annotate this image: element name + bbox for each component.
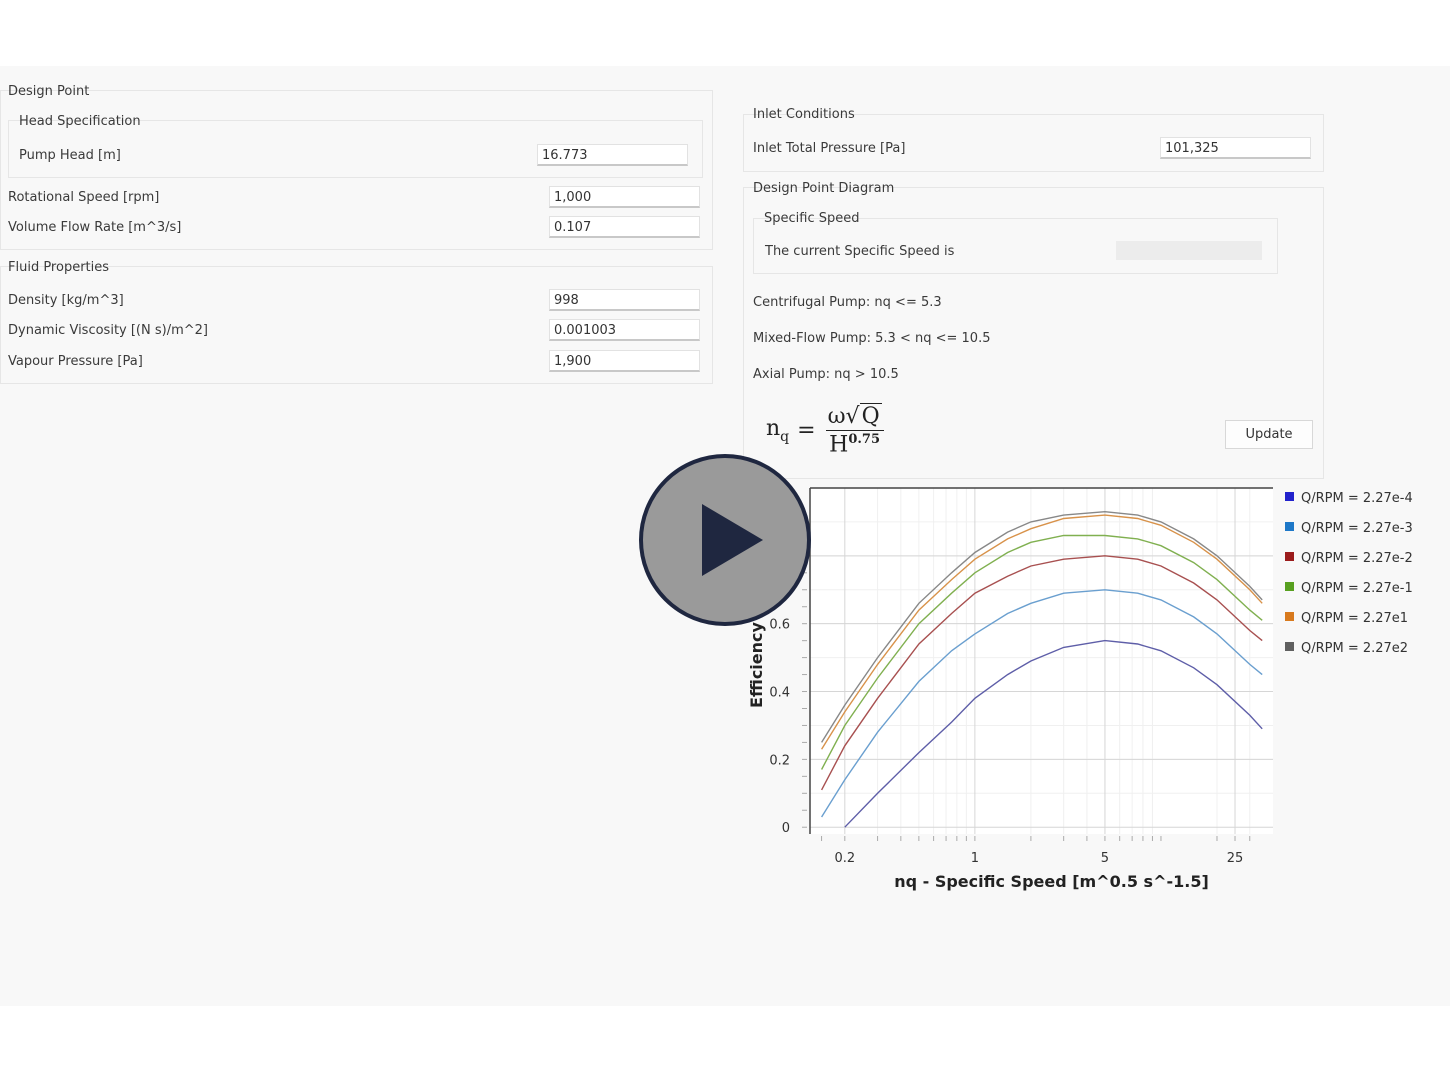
legend-swatch xyxy=(1285,492,1294,501)
legend-entry: Q/RPM = 2.27e-3 xyxy=(1301,521,1413,536)
legend-swatch xyxy=(1285,522,1294,531)
x-tick-label: 1 xyxy=(971,851,979,866)
legend-swatch xyxy=(1285,552,1294,561)
y-axis-label: Efficiency xyxy=(747,621,766,707)
y-tick-label: 0 xyxy=(782,821,790,836)
legend-entry: Q/RPM = 2.27e-1 xyxy=(1301,581,1413,596)
legend-swatch xyxy=(1285,612,1294,621)
x-tick-label: 0.2 xyxy=(834,851,855,866)
legend-entry: Q/RPM = 2.27e1 xyxy=(1301,611,1408,626)
legend-entry: Q/RPM = 2.27e2 xyxy=(1301,641,1408,656)
y-tick-label: 0.2 xyxy=(769,753,790,768)
x-tick-label: 25 xyxy=(1227,851,1244,866)
play-icon[interactable] xyxy=(639,454,811,626)
legend-swatch xyxy=(1285,582,1294,591)
x-axis-label: nq - Specific Speed [m^0.5 s^-1.5] xyxy=(894,872,1209,891)
legend-entry: Q/RPM = 2.27e-2 xyxy=(1301,551,1413,566)
y-tick-label: 0.4 xyxy=(769,686,790,701)
x-tick-label: 5 xyxy=(1101,851,1109,866)
legend-swatch xyxy=(1285,642,1294,651)
legend-entry: Q/RPM = 2.27e-4 xyxy=(1301,491,1413,506)
